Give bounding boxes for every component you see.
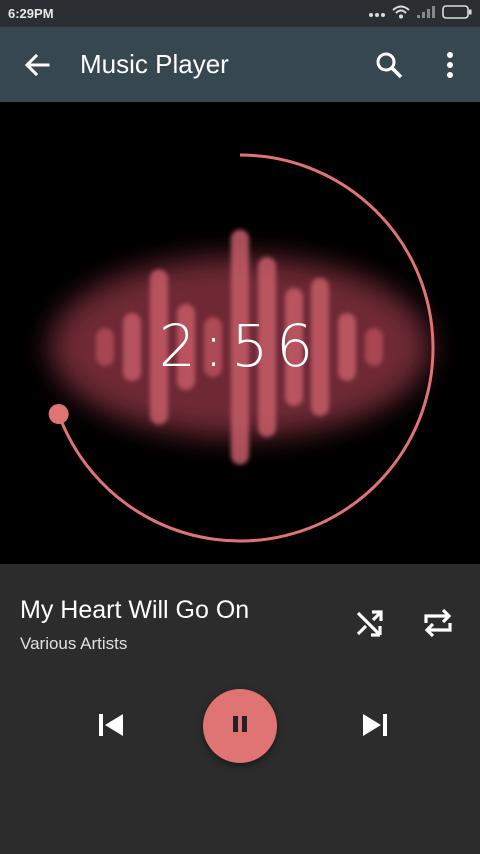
- progress-knob[interactable]: [48, 404, 69, 425]
- player-panel: My Heart Will Go On Various Artists: [0, 564, 480, 854]
- pause-button[interactable]: [203, 689, 277, 763]
- more-vert-icon[interactable]: [438, 51, 462, 79]
- skip-previous-icon[interactable]: [94, 708, 128, 742]
- search-icon[interactable]: [374, 50, 404, 80]
- elapsed-time: 2:56: [158, 312, 322, 380]
- album-art-visualizer: 2:56: [0, 102, 480, 564]
- status-bar: 6:29PM: [0, 0, 480, 27]
- shuffle-icon[interactable]: [352, 605, 388, 641]
- pause-icon: [230, 714, 250, 739]
- arrow-back-icon[interactable]: [22, 51, 52, 79]
- wifi-icon: [392, 5, 410, 24]
- repeat-icon[interactable]: [420, 605, 456, 641]
- more-dots-icon: [369, 5, 385, 23]
- page-title: Music Player: [80, 49, 229, 79]
- song-title: My Heart Will Go On: [20, 596, 250, 624]
- status-icons: [369, 4, 472, 24]
- app-bar: Music Player: [0, 27, 480, 102]
- artist-name: Various Artists: [20, 634, 128, 653]
- status-time: 6:29PM: [8, 6, 54, 21]
- signal-icon: [417, 5, 435, 23]
- battery-icon: [442, 4, 472, 24]
- skip-next-icon[interactable]: [358, 708, 392, 742]
